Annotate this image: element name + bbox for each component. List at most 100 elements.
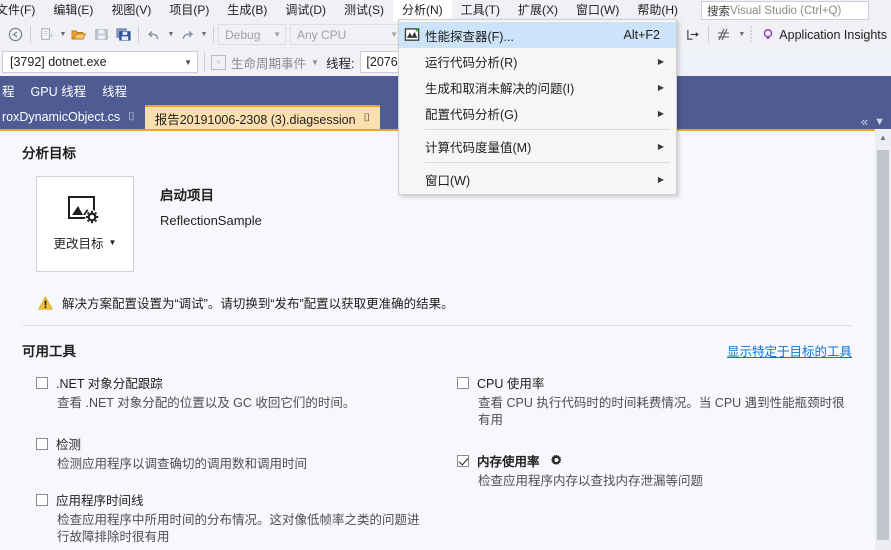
tool-cpu-usage: CPU 使用率 查看 CPU 执行代码时的时间耗费情况。当 CPU 遇到性能瓶颈…: [457, 373, 857, 429]
tools-grid: .NET 对象分配跟踪 查看 .NET 对象分配的位置以及 GC 收回它们的时间…: [0, 373, 874, 550]
menu-window[interactable]: 窗口(W): [567, 0, 628, 21]
menu-build[interactable]: 生成(B): [218, 0, 276, 21]
menu-item-window[interactable]: 窗口(W) ▶: [399, 166, 676, 192]
startup-project-info: 启动项目 ReflectionSample: [160, 184, 262, 228]
change-target-label: 更改目标: [53, 237, 104, 251]
application-insights-icon[interactable]: [757, 24, 779, 46]
menu-item-run-code-analysis[interactable]: 运行代码分析(R) ▶: [399, 48, 676, 74]
undo-dropdown-icon[interactable]: ▼: [165, 24, 176, 46]
tool-instrumentation: 检测 检测应用程序以调查确切的调用数和调用时间: [36, 434, 436, 473]
new-project-dropdown-icon[interactable]: ▼: [57, 24, 68, 46]
process-value: [3792] dotnet.exe: [10, 55, 107, 69]
checkbox-app-timeline[interactable]: [36, 493, 48, 506]
navigate-backward-icon[interactable]: [4, 24, 26, 46]
tool-app-timeline-head[interactable]: 应用程序时间线: [36, 490, 436, 509]
chevron-down-icon-2: ▼: [390, 30, 398, 39]
tool-instrumentation-head[interactable]: 检测: [36, 434, 436, 453]
menu-extensions[interactable]: 扩展(X): [509, 0, 567, 21]
tool-memory-usage-head[interactable]: 内存使用率: [457, 451, 857, 470]
threads-item-0[interactable]: 程: [0, 81, 23, 100]
toolbar2-separator: [204, 52, 205, 72]
gear-icon[interactable]: [550, 454, 563, 467]
menu-view[interactable]: 视图(V): [102, 0, 160, 21]
show-target-specific-tools-link[interactable]: 显示特定于目标的工具: [727, 341, 852, 360]
tool-app-timeline-desc: 检查应用程序中所用时间的分布情况。这对像低帧率之类的问题进行故障排除时很有用: [57, 513, 420, 544]
undo-icon[interactable]: [143, 24, 165, 46]
menu-item-performance-profiler[interactable]: 性能探查器(F)... Alt+F2: [399, 22, 676, 48]
threads-item-gpu[interactable]: GPU 线程: [23, 81, 95, 100]
chevron-down-icon-process: ▼: [184, 57, 192, 67]
menu-item-calculate-code-metrics[interactable]: 计算代码度量值(M) ▶: [399, 133, 676, 159]
menu-item-window-label: 窗口(W): [425, 173, 471, 188]
scroll-up-arrow-icon[interactable]: ▲: [875, 129, 891, 145]
redo-icon[interactable]: [176, 24, 198, 46]
threads-item-threads[interactable]: 线程: [94, 81, 135, 100]
tab-scroll-left-icon[interactable]: «: [861, 114, 868, 129]
solution-platform-combo[interactable]: Any CPU ▼: [290, 24, 403, 45]
lifecycle-events-icon[interactable]: ⚡: [211, 54, 226, 70]
menu-debug[interactable]: 调试(D): [276, 0, 335, 21]
tool-cpu-usage-desc: 查看 CPU 执行代码时的时间耗费情况。当 CPU 遇到性能瓶颈时很有用: [478, 396, 845, 427]
tab-diagsession[interactable]: 报告20191006-2308 (3).diagsession ⌷: [144, 105, 381, 129]
submenu-arrow-icon-3: ▶: [657, 108, 664, 118]
pin-icon-1[interactable]: ⌷: [364, 112, 371, 125]
toolbar-grip[interactable]: [747, 24, 757, 46]
change-target-button[interactable]: 更改目标 ▼: [36, 176, 134, 272]
open-file-icon[interactable]: [68, 24, 90, 46]
menu-separator-2: [425, 162, 670, 163]
search-input[interactable]: 搜索 Visual Studio (Ctrl+Q): [701, 1, 869, 20]
menu-analyze[interactable]: 分析(N): [393, 0, 452, 21]
menu-item-build-suppress-issues[interactable]: 生成和取消未解决的问题(I) ▶: [399, 74, 676, 100]
menu-item-calculate-code-metrics-label: 计算代码度量值(M): [425, 140, 532, 155]
change-target-label-wrap: 更改目标 ▼: [54, 233, 117, 252]
chevron-down-icon-target: ▼: [108, 238, 117, 247]
submenu-arrow-icon-5: ▶: [657, 174, 664, 184]
menu-item-configure-code-analysis[interactable]: 配置代码分析(G) ▶: [399, 100, 676, 126]
tab-roxdynamicobject[interactable]: roxDynamicObject.cs ⌷: [0, 105, 145, 129]
application-insights-label[interactable]: Application Insights: [779, 28, 891, 42]
menu-project[interactable]: 项目(P): [160, 0, 218, 21]
tool-instrumentation-desc: 检测应用程序以调查确切的调用数和调用时间: [57, 457, 308, 471]
tool-cpu-usage-head[interactable]: CPU 使用率: [457, 373, 857, 392]
hot-reload-icon[interactable]: [713, 24, 735, 46]
toolbar-separator-3: [213, 26, 214, 43]
new-project-icon[interactable]: [35, 24, 57, 46]
hot-reload-dropdown-icon[interactable]: ▼: [735, 24, 747, 46]
checkbox-dotnet-alloc[interactable]: [36, 376, 48, 389]
menu-test[interactable]: 测试(S): [335, 0, 393, 21]
redo-dropdown-icon[interactable]: ▼: [198, 24, 209, 46]
checkbox-instrumentation[interactable]: [36, 437, 48, 450]
tool-dotnet-alloc-head[interactable]: .NET 对象分配跟踪: [36, 373, 436, 392]
tool-dotnet-alloc: .NET 对象分配跟踪 查看 .NET 对象分配的位置以及 GC 收回它们的时间…: [36, 373, 436, 412]
pin-icon-0[interactable]: ⌷: [128, 111, 135, 124]
submenu-arrow-icon-2: ▶: [657, 82, 664, 92]
process-combo[interactable]: [3792] dotnet.exe ▼: [2, 51, 198, 73]
toolbar-separator: [30, 26, 31, 43]
menu-tools[interactable]: 工具(T): [452, 0, 509, 21]
menu-file[interactable]: 文件(F): [0, 0, 44, 21]
configuration-warning-text: 解决方案配置设置为“调试”。请切换到“发布”配置以获取更准确的结果。: [62, 297, 454, 311]
save-icon[interactable]: [90, 24, 112, 46]
analyze-menu-dropdown: 性能探查器(F)... Alt+F2 运行代码分析(R) ▶ 生成和取消未解决的…: [398, 19, 677, 195]
tool-memory-usage: 内存使用率 检查应用程序内存以查找内存泄漏等问题: [457, 451, 857, 490]
lifecycle-events-label[interactable]: 生命周期事件: [231, 53, 306, 72]
menu-edit[interactable]: 编辑(E): [44, 0, 102, 21]
solution-configuration-combo[interactable]: Debug ▼: [218, 24, 286, 45]
checkbox-memory-usage[interactable]: [457, 454, 469, 467]
checkbox-cpu-usage[interactable]: [457, 376, 469, 389]
step-out-icon[interactable]: [682, 24, 704, 46]
tab-overflow-area: « ▼: [861, 114, 891, 129]
chevron-down-icon-lifecycle[interactable]: ▼: [311, 58, 319, 67]
menu-separator-1: [425, 129, 670, 130]
menu-item-performance-profiler-label: 性能探查器(F)...: [425, 29, 514, 44]
menu-item-run-code-analysis-label: 运行代码分析(R): [425, 55, 518, 70]
menu-help[interactable]: 帮助(H): [628, 0, 687, 21]
tools-column-right: CPU 使用率 查看 CPU 执行代码时的时间耗费情况。当 CPU 遇到性能瓶颈…: [457, 373, 857, 550]
document-vertical-scrollbar[interactable]: ▲: [875, 129, 891, 550]
tab-list-dropdown-icon[interactable]: ▼: [874, 116, 885, 128]
tool-dotnet-alloc-desc: 查看 .NET 对象分配的位置以及 GC 收回它们的时间。: [57, 396, 356, 410]
scrollbar-thumb[interactable]: [877, 150, 889, 540]
save-all-icon[interactable]: [112, 24, 134, 46]
tool-app-timeline: 应用程序时间线 检查应用程序中所用时间的分布情况。这对像低帧率之类的问题进行故障…: [36, 490, 436, 546]
visual-studio-window: 文件(F) 编辑(E) 视图(V) 项目(P) 生成(B) 调试(D) 测试(S…: [0, 0, 891, 550]
